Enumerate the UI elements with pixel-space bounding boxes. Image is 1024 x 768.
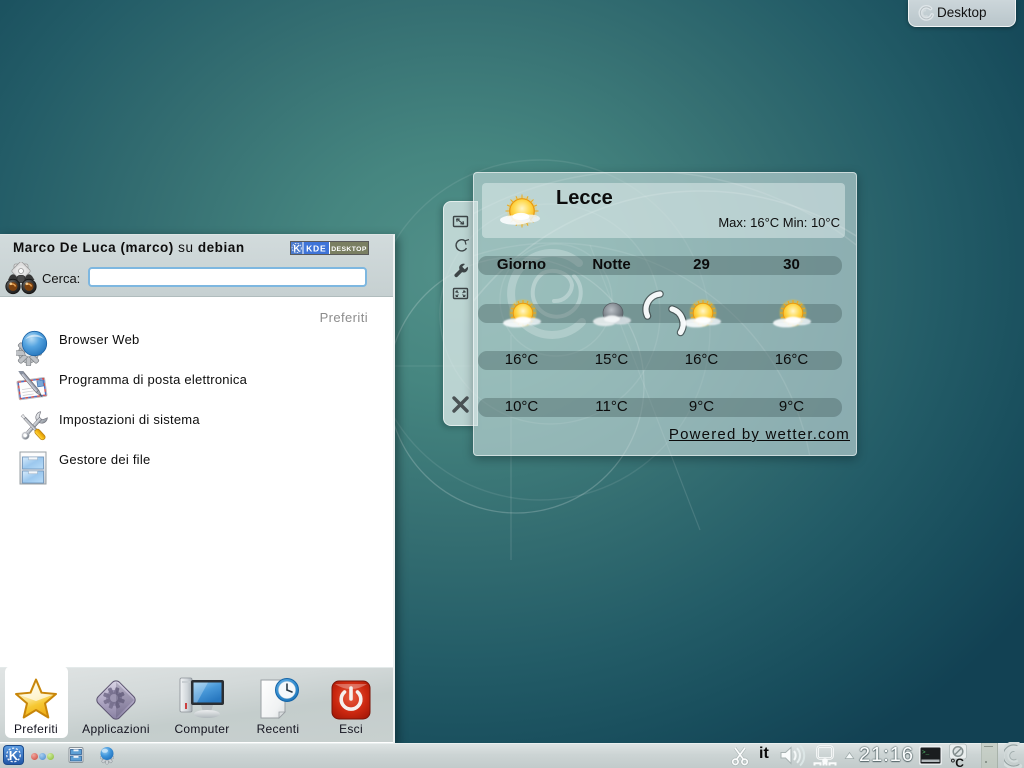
svg-text:DESKTOP: DESKTOP — [331, 246, 367, 253]
svg-text:°C: °C — [951, 756, 965, 768]
svg-text:>_: >_ — [922, 749, 930, 756]
svg-text:K: K — [9, 748, 19, 763]
svg-text:K: K — [293, 244, 300, 254]
svg-text:KDE: KDE — [306, 243, 326, 253]
